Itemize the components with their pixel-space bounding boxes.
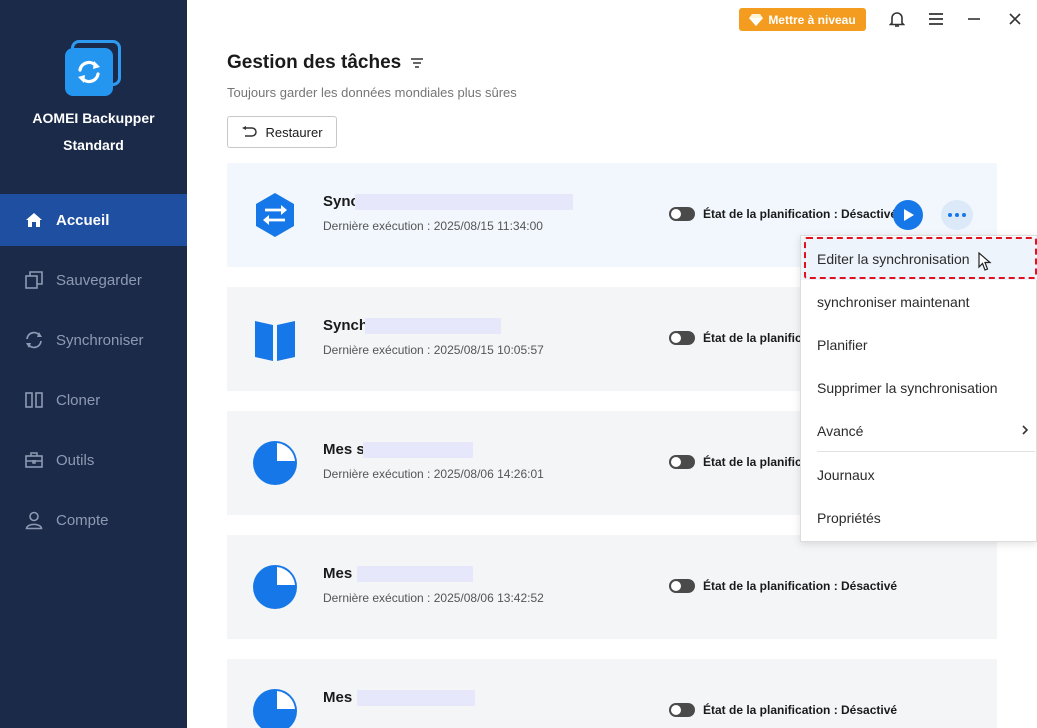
task-name: Mes [323, 689, 353, 706]
diamond-icon [749, 13, 764, 26]
menu-item-delete-sync[interactable]: Supprimer la synchronisation [801, 366, 1037, 409]
menu-item-advanced[interactable]: Avancé [801, 409, 1037, 452]
mouse-cursor-icon [978, 252, 992, 271]
task-name: Mes [323, 565, 353, 582]
schedule-status: État de la planification : Désactivé [703, 703, 898, 717]
last-run: Dernière exécution : 2025/08/15 10:05:57 [323, 343, 544, 357]
mirror-sync-icon [255, 321, 295, 361]
dot [955, 213, 959, 217]
chevron-right-icon [1022, 425, 1029, 435]
schedule-status: État de la planification : Désactivé [703, 579, 898, 593]
sync-arrows-icon [78, 60, 100, 84]
sidebar-item-compte[interactable]: Compte [0, 494, 187, 546]
schedule-toggle[interactable] [669, 207, 695, 221]
menu-item-label: Supprimer la synchronisation [817, 379, 998, 396]
redacted-block [365, 318, 501, 334]
menu-item-label: Journaux [817, 466, 875, 483]
sidebar-item-cloner[interactable]: Cloner [0, 374, 187, 426]
menu-icon[interactable] [925, 8, 947, 30]
filter-icon[interactable] [410, 56, 424, 74]
close-icon[interactable] [1004, 8, 1026, 30]
undo-arrow-icon [242, 126, 258, 137]
user-icon [24, 510, 44, 530]
toolbox-icon [24, 450, 44, 470]
menu-item-schedule[interactable]: Planifier [801, 323, 1037, 366]
schedule-toggle[interactable] [669, 579, 695, 593]
schedule-toggle[interactable] [669, 331, 695, 345]
app-logo [63, 38, 123, 98]
dot [948, 213, 952, 217]
restore-label: Restaurer [265, 124, 323, 140]
redacted-block [355, 194, 573, 210]
app-edition: Standard [63, 137, 124, 153]
page-subtitle: Toujours garder les données mondiales pl… [227, 85, 517, 100]
minimize-icon[interactable] [963, 8, 985, 30]
redacted-block [363, 442, 473, 458]
more-options-button[interactable] [941, 200, 973, 230]
restore-button[interactable]: Restaurer [227, 116, 337, 148]
task-card[interactable]: Mes État de la planification : Désactivé [227, 659, 997, 728]
task-card[interactable]: Mes Dernière exécution : 2025/08/06 13:4… [227, 535, 997, 639]
pie-chart-icon [253, 441, 297, 485]
sidebar-item-label: Sauvegarder [56, 271, 142, 289]
schedule-toggle[interactable] [669, 455, 695, 469]
dot [962, 213, 966, 217]
sidebar-item-label: Cloner [56, 391, 101, 409]
sync-hexagon-icon [256, 193, 294, 237]
sync-icon [24, 330, 44, 350]
sidebar-item-label: Compte [56, 511, 109, 529]
menu-item-logs[interactable]: Journaux [801, 453, 1037, 496]
sidebar-item-label: Accueil [56, 211, 110, 229]
redacted-block [357, 690, 475, 706]
backup-icon [24, 270, 44, 290]
redacted-block [357, 566, 473, 582]
home-icon [24, 210, 44, 230]
menu-item-sync-now[interactable]: synchroniser maintenant [801, 280, 1037, 323]
task-name: Mes s [323, 441, 365, 458]
pie-chart-icon [253, 565, 297, 609]
schedule-toggle[interactable] [669, 703, 695, 717]
menu-item-properties[interactable]: Propriétés [801, 496, 1037, 539]
menu-item-label: Planifier [817, 336, 868, 353]
upgrade-button[interactable]: Mettre à niveau [739, 8, 866, 31]
task-name: Sync [323, 193, 359, 210]
menu-item-label: synchroniser maintenant [817, 293, 970, 310]
context-menu: Editer la synchronisation synchroniser m… [800, 235, 1037, 542]
last-run: Dernière exécution : 2025/08/15 11:34:00 [323, 219, 543, 233]
sidebar-item-outils[interactable]: Outils [0, 434, 187, 486]
menu-item-label: Propriétés [817, 509, 881, 526]
pie-chart-icon [253, 689, 297, 728]
last-run: Dernière exécution : 2025/08/06 14:26:01 [323, 467, 544, 481]
focus-outline [804, 237, 1037, 279]
run-button[interactable] [893, 200, 923, 230]
sidebar-item-sauvegarder[interactable]: Sauvegarder [0, 254, 187, 306]
sidebar-item-label: Synchroniser [56, 331, 144, 349]
sidebar: AOMEI Backupper Standard Accueil Sauvega… [0, 0, 187, 728]
sidebar-item-accueil[interactable]: Accueil [0, 194, 187, 246]
bell-icon[interactable] [886, 8, 908, 30]
task-name: Synch [323, 317, 369, 334]
schedule-status: État de la planification : Désactivé [703, 207, 898, 221]
app-name: AOMEI Backupper [32, 110, 155, 126]
last-run: Dernière exécution : 2025/08/06 13:42:52 [323, 591, 544, 605]
menu-divider [817, 451, 1035, 452]
sidebar-item-label: Outils [56, 451, 95, 469]
sidebar-item-synchroniser[interactable]: Synchroniser [0, 314, 187, 366]
upgrade-label: Mettre à niveau [768, 12, 856, 27]
menu-item-label: Avancé [817, 422, 864, 439]
page-title: Gestion des tâches [227, 52, 402, 73]
clone-icon [24, 390, 44, 410]
play-icon [904, 209, 914, 221]
